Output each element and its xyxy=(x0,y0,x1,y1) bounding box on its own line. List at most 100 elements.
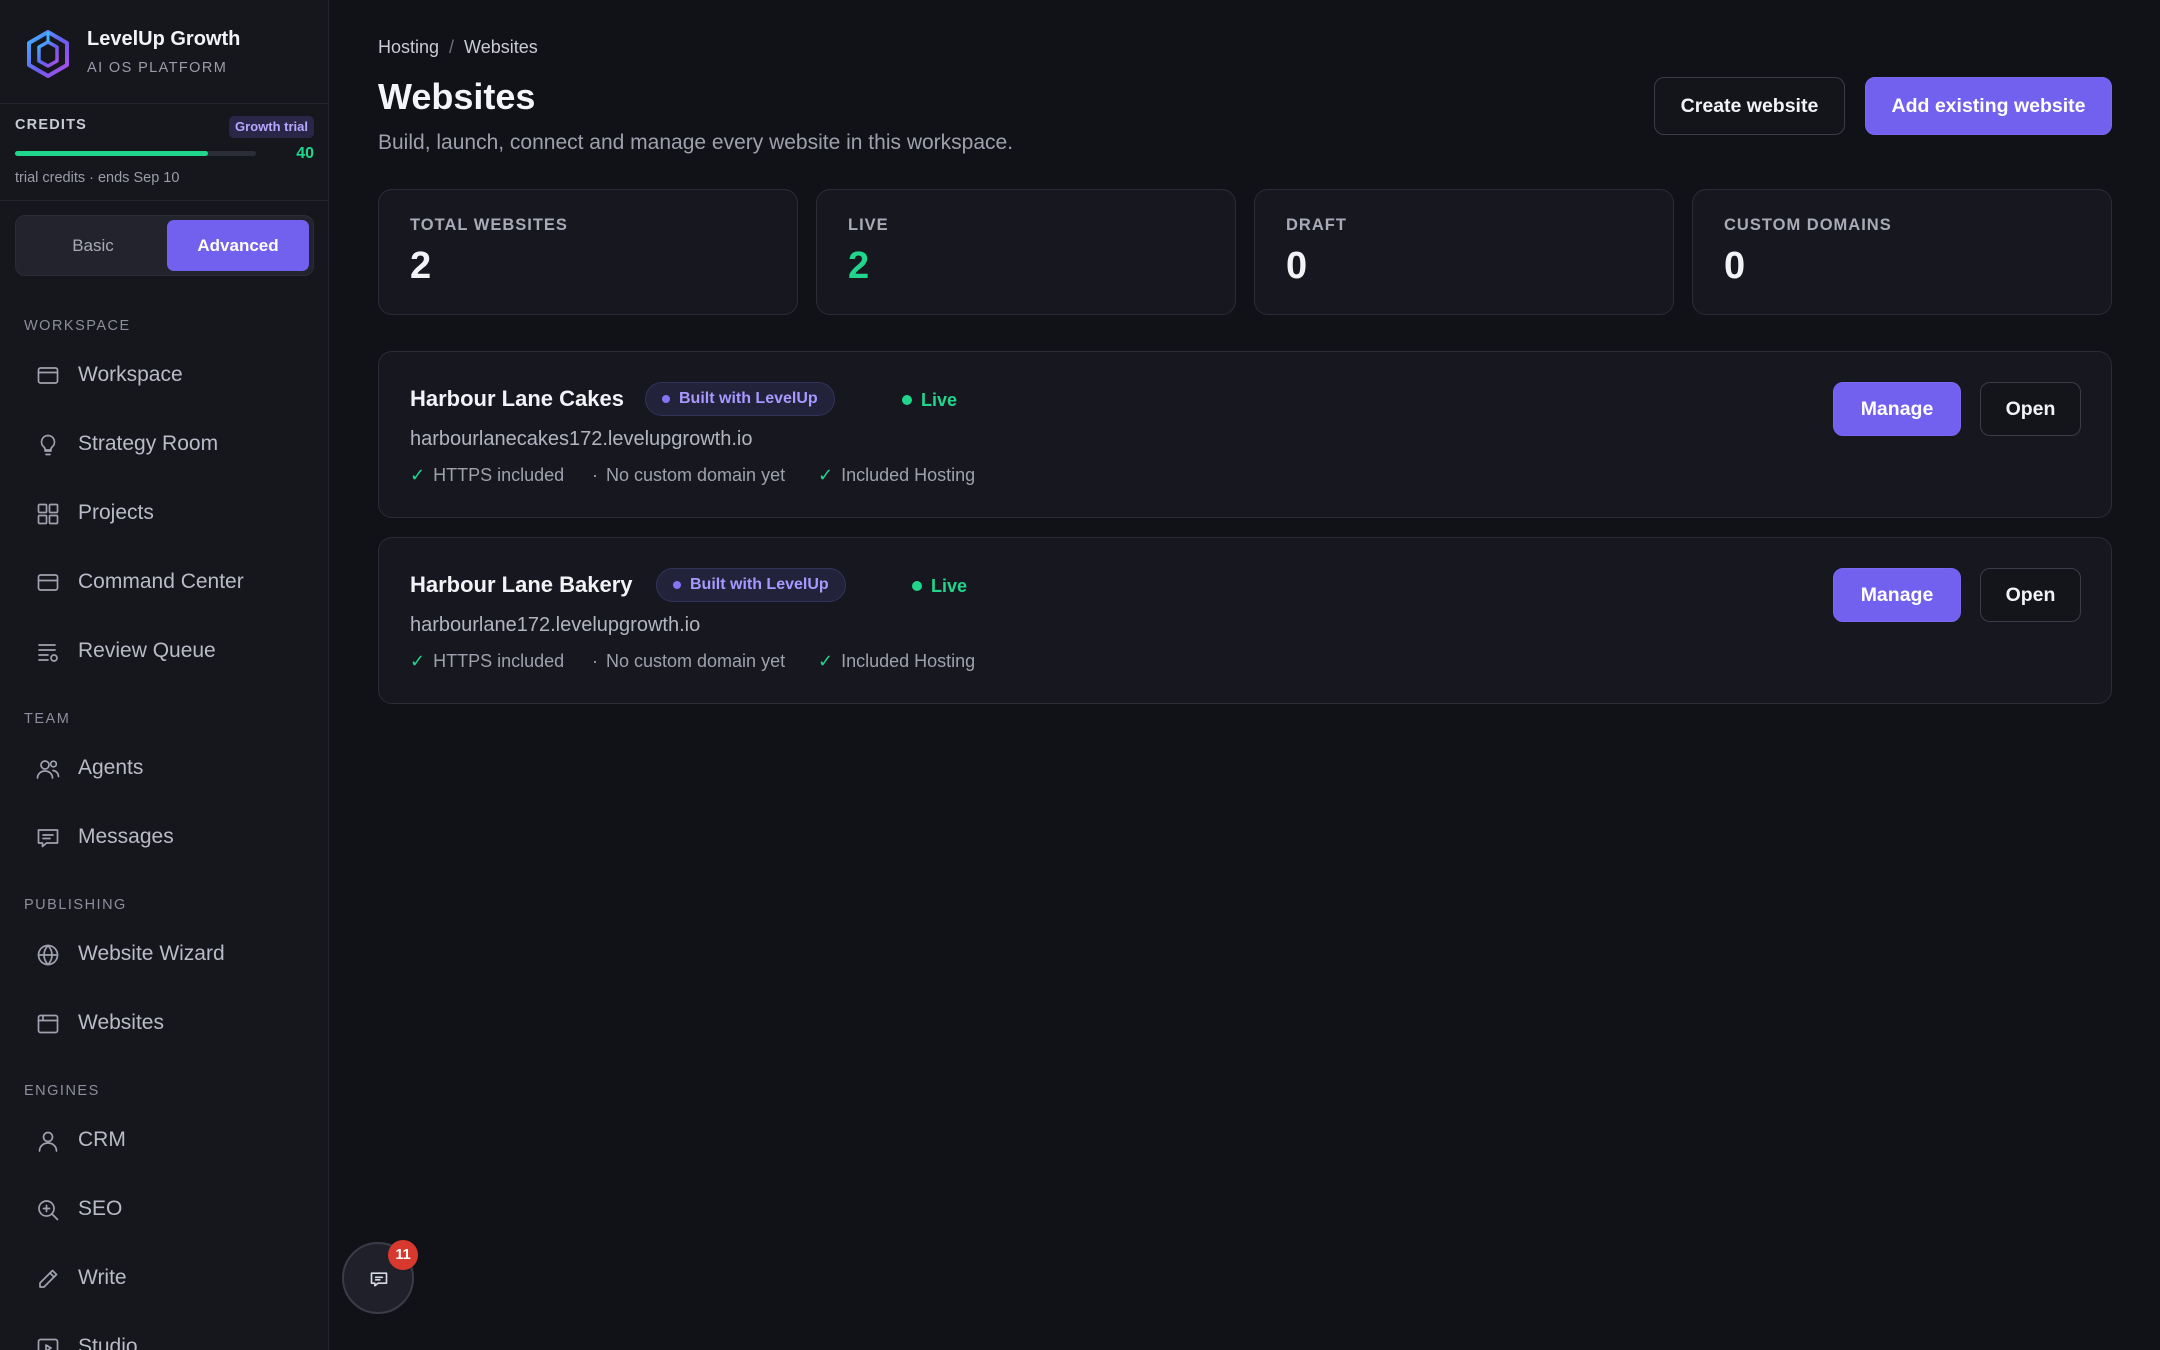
monitor-icon xyxy=(37,367,59,384)
nav-section-workspace: WORKSPACE xyxy=(24,318,131,334)
feature-label: HTTPS included xyxy=(433,465,565,485)
mode-advanced-button[interactable]: Advanced xyxy=(167,220,309,271)
sidebar-item-strategy-room[interactable]: Strategy Room xyxy=(24,417,314,473)
sidebar-item-write[interactable]: Write xyxy=(24,1251,314,1307)
sidebar-item-studio[interactable]: Studio xyxy=(24,1320,314,1350)
brand-name: LevelUp Growth xyxy=(87,28,241,50)
search-icon xyxy=(38,1200,59,1221)
divider xyxy=(0,103,328,104)
sidebar-item-command-center[interactable]: Command Center xyxy=(24,555,314,611)
users-icon xyxy=(36,760,60,779)
website-domain-link[interactable]: harbourlanecakes172.levelupgrowth.io xyxy=(410,428,752,451)
list-settings-icon xyxy=(38,644,58,662)
sidebar-item-label: Agents xyxy=(78,756,144,779)
mode-basic-button[interactable]: Basic xyxy=(20,220,166,271)
grid-icon xyxy=(37,503,59,525)
status-badge: Live xyxy=(902,390,957,411)
check-icon: ✓ xyxy=(818,465,834,485)
sidebar-item-label: Command Center xyxy=(78,570,244,593)
sidebar-item-label: Projects xyxy=(78,501,154,524)
sidebar-item-websites[interactable]: Websites xyxy=(24,996,314,1052)
sidebar-item-messages[interactable]: Messages xyxy=(24,810,314,866)
stat-value: 2 xyxy=(848,245,870,287)
sidebar-item-seo[interactable]: SEO xyxy=(24,1182,314,1238)
status-label: Live xyxy=(931,576,968,596)
bullet-icon: · xyxy=(592,651,598,671)
stat-value: 0 xyxy=(1286,245,1308,287)
manage-button[interactable]: Manage xyxy=(1833,382,1961,436)
check-icon: ✓ xyxy=(818,651,834,671)
breadcrumb: Hosting / Websites xyxy=(378,36,538,58)
feature-label: No custom domain yet xyxy=(606,651,786,671)
unread-count-badge: 11 xyxy=(388,1240,418,1270)
open-button[interactable]: Open xyxy=(1980,568,2081,622)
stat-label: TOTAL WEBSITES xyxy=(410,216,568,234)
plan-badge: Growth trial xyxy=(229,116,314,138)
page-subtitle: Build, launch, connect and manage every … xyxy=(378,131,1014,154)
sidebar-item-label: Write xyxy=(78,1266,127,1289)
built-with-badge: Built with LevelUp xyxy=(645,382,835,416)
sidebar-item-label: Website Wizard xyxy=(78,942,225,965)
pencil-icon xyxy=(39,1269,58,1288)
globe-icon xyxy=(37,944,59,966)
add-existing-website-button[interactable]: Add existing website xyxy=(1865,77,2112,135)
sidebar-item-agents[interactable]: Agents xyxy=(24,741,314,797)
check-icon: ✓ xyxy=(410,465,426,485)
play-icon xyxy=(37,1338,59,1350)
status-label: Live xyxy=(921,390,958,410)
sidebar: LevelUp Growth AI OS PLATFORM CREDITS Gr… xyxy=(0,0,329,1350)
create-website-button[interactable]: Create website xyxy=(1654,77,1845,135)
breadcrumb-hosting-link[interactable]: Hosting xyxy=(378,37,439,57)
status-dot xyxy=(912,581,922,591)
brand[interactable]: LevelUp Growth AI OS PLATFORM xyxy=(26,28,316,78)
stat-card-live: LIVE 2 xyxy=(816,189,1236,315)
mode-toggle: Basic Advanced xyxy=(15,215,314,276)
sidebar-item-label: Strategy Room xyxy=(78,432,219,455)
divider xyxy=(0,200,328,201)
status-badge: Live xyxy=(912,576,967,597)
sidebar-item-crm[interactable]: CRM xyxy=(24,1113,314,1169)
check-icon: ✓ xyxy=(410,651,426,671)
bullet-icon: · xyxy=(592,465,598,485)
stat-label: CUSTOM DOMAINS xyxy=(1724,216,1892,234)
feature-label: HTTPS included xyxy=(433,651,565,671)
sidebar-item-website-wizard[interactable]: Website Wizard xyxy=(24,927,314,983)
sidebar-item-label: Review Queue xyxy=(78,639,216,662)
feature-label: Included Hosting xyxy=(841,651,976,671)
stat-card-draft: DRAFT 0 xyxy=(1254,189,1674,315)
built-with-badge: Built with LevelUp xyxy=(656,568,846,602)
website-domain-link[interactable]: harbourlane172.levelupgrowth.io xyxy=(410,614,700,637)
breadcrumb-current: Websites xyxy=(464,36,538,57)
feature-label: Included Hosting xyxy=(841,465,976,485)
chat-icon xyxy=(370,1272,388,1287)
credits-label: CREDITS xyxy=(15,117,88,133)
feature-label: No custom domain yet xyxy=(606,465,786,485)
badge-label: Built with LevelUp xyxy=(690,576,829,593)
breadcrumb-separator: / xyxy=(449,36,455,57)
sidebar-item-label: SEO xyxy=(78,1197,123,1220)
stat-card-total-websites: TOTAL WEBSITES 2 xyxy=(378,189,798,315)
stat-card-custom-domains: CUSTOM DOMAINS 0 xyxy=(1692,189,2112,315)
website-name: Harbour Lane Cakes xyxy=(410,386,624,411)
open-button[interactable]: Open xyxy=(1980,382,2081,436)
user-icon xyxy=(38,1131,58,1152)
feature-custom-domain: · No custom domain yet xyxy=(592,651,785,672)
levelup-logo-icon xyxy=(27,30,69,78)
sidebar-item-projects[interactable]: Projects xyxy=(24,486,314,542)
credits-progress-bar xyxy=(15,151,256,156)
website-card: Harbour Lane Cakes Built with LevelUp Li… xyxy=(378,351,2112,518)
sidebar-item-review-queue[interactable]: Review Queue xyxy=(24,624,314,680)
feature-hosting: ✓ Included Hosting xyxy=(818,465,975,486)
lightbulb-icon xyxy=(40,434,56,456)
credits-remaining: 40 xyxy=(296,145,314,162)
sidebar-item-label: Workspace xyxy=(78,363,183,386)
status-dot xyxy=(902,395,912,405)
manage-button[interactable]: Manage xyxy=(1833,568,1961,622)
sidebar-item-workspace[interactable]: Workspace xyxy=(24,348,314,404)
credits-progress-fill xyxy=(15,151,208,156)
credits-note: trial credits · ends Sep 10 xyxy=(15,170,180,186)
page-title: Websites xyxy=(378,76,536,117)
badge-dot xyxy=(662,395,670,403)
stat-value: 0 xyxy=(1724,245,1746,287)
credits-panel: CREDITS Growth trial 40 trial credits · … xyxy=(15,114,314,194)
